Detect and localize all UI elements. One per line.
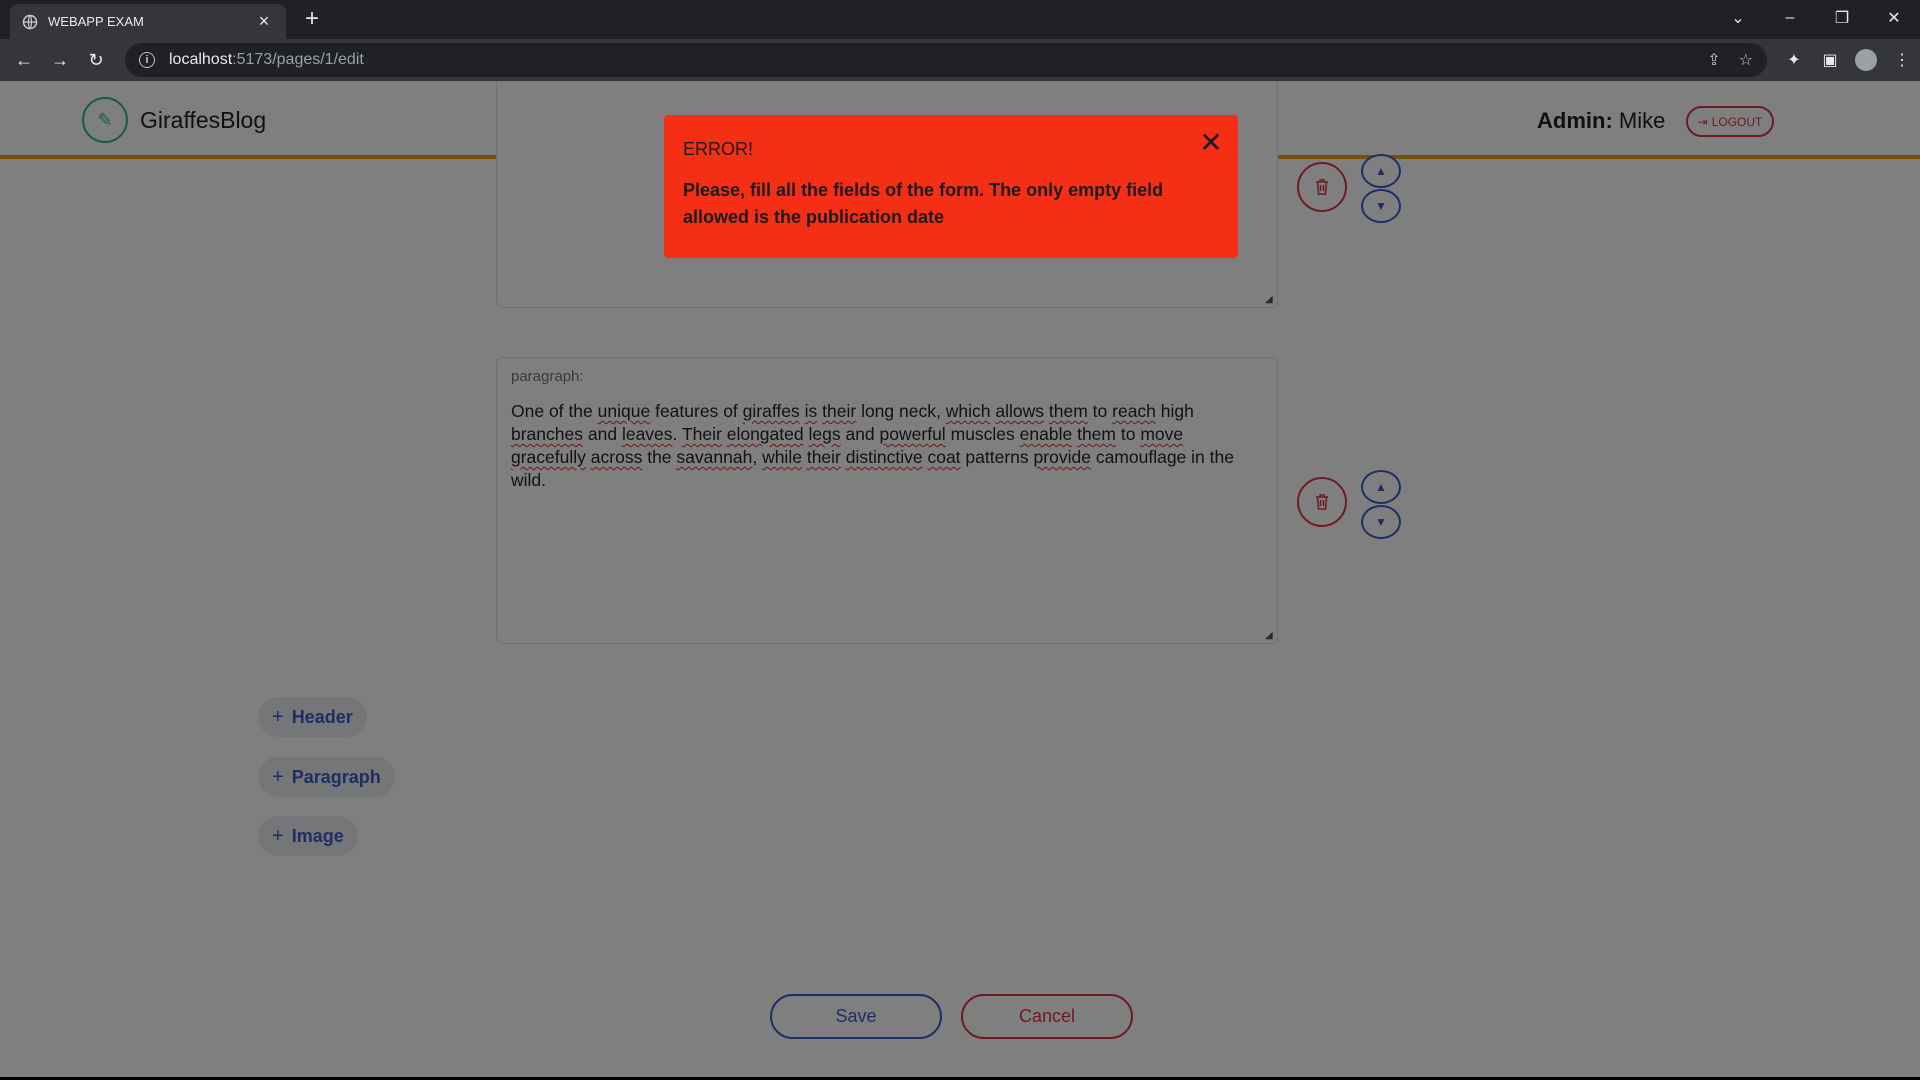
url-text: localhost:5173/pages/1/edit [169, 51, 364, 68]
globe-icon [22, 14, 38, 30]
minimize-icon[interactable]: – [1764, 0, 1816, 36]
toast-title: ERROR! [683, 139, 754, 159]
browser-tab[interactable]: WEBAPP EXAM × [10, 4, 286, 39]
restore-icon[interactable]: ❐ [1816, 0, 1868, 36]
browser-tabstrip: WEBAPP EXAM × + ⌄ – ❐ ✕ [0, 0, 1920, 39]
toast-message: Please, fill all the fields of the form.… [683, 180, 1164, 227]
tab-close-icon[interactable]: × [254, 11, 274, 32]
browser-toolbar: ← → ↻ i localhost:5173/pages/1/edit ⇪ ☆ … [0, 39, 1920, 81]
forward-icon[interactable]: → [42, 42, 78, 78]
close-window-icon[interactable]: ✕ [1868, 0, 1920, 36]
profile-avatar[interactable] [1855, 49, 1877, 71]
new-tab-icon[interactable]: + [298, 6, 326, 34]
bookmark-star-icon[interactable]: ☆ [1739, 50, 1753, 70]
back-icon[interactable]: ← [6, 42, 42, 78]
tab-title: WEBAPP EXAM [48, 14, 144, 29]
window-controls: ⌄ – ❐ ✕ [1712, 0, 1920, 36]
tab-search-icon[interactable]: ⌄ [1712, 0, 1764, 36]
address-bar[interactable]: i localhost:5173/pages/1/edit ⇪ ☆ [125, 43, 1767, 77]
omnibox-actions: ⇪ ☆ [1707, 43, 1753, 77]
extensions-icon[interactable]: ✦ [1776, 42, 1812, 78]
reload-icon[interactable]: ↻ [78, 42, 114, 78]
share-icon[interactable]: ⇪ [1707, 50, 1720, 70]
close-icon[interactable]: ✕ [1196, 129, 1226, 159]
side-panel-icon[interactable]: ▣ [1812, 42, 1848, 78]
error-toast: ERROR! Please, fill all the fields of th… [664, 115, 1238, 258]
menu-icon[interactable]: ⋮ [1884, 42, 1920, 78]
site-info-icon[interactable]: i [139, 52, 155, 68]
toolbar-actions: ✦ ▣ ⋮ [1776, 39, 1920, 81]
web-page: ✎ GiraffesBlog Admin: Mike ⇥ LOGOUT ◢ ▲ … [0, 81, 1920, 1077]
